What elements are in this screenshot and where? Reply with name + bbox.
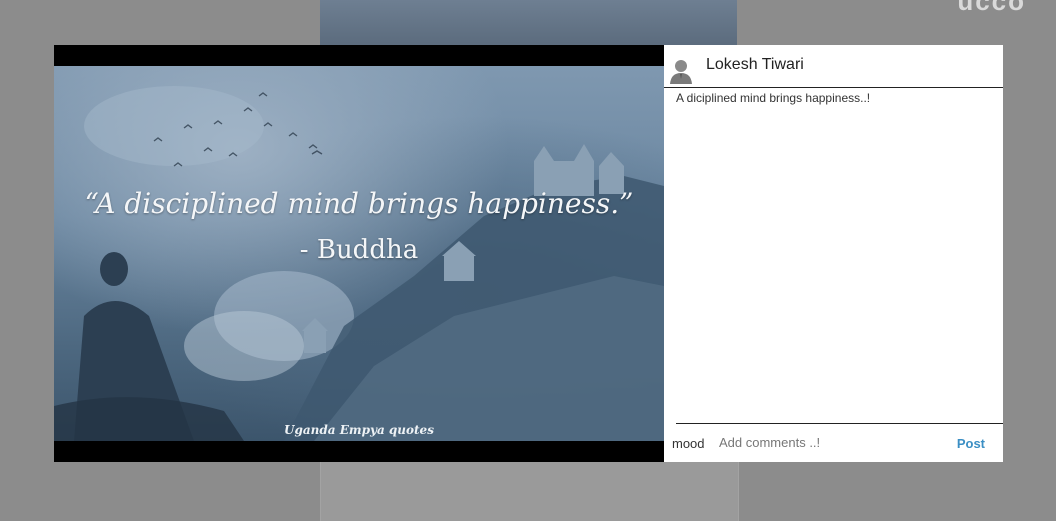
quote-text: “A disciplined mind brings happiness.” (84, 187, 634, 220)
quote-author: - Buddha (299, 235, 419, 265)
post-header: Lokesh Tiwari (664, 45, 1003, 88)
comment-divider (676, 423, 1003, 424)
user-silhouette-icon[interactable] (669, 58, 693, 84)
background-post-card (320, 462, 739, 521)
quote-text-overlay: “A disciplined mind brings happiness.” -… (54, 181, 664, 273)
post-image: “A disciplined mind brings happiness.” -… (54, 66, 664, 441)
post-comment-button[interactable]: Post (957, 436, 985, 451)
watermark-text: Uganda Empya quotes (284, 423, 434, 437)
post-modal: “A disciplined mind brings happiness.” -… (54, 45, 1003, 462)
background-post-image (320, 0, 737, 46)
background-header-text: ucco (957, 0, 1026, 16)
username-link[interactable]: Lokesh Tiwari (706, 56, 804, 74)
comment-input[interactable] (716, 431, 942, 453)
post-caption: A diciplined mind brings happiness..! (676, 91, 871, 105)
post-media: “A disciplined mind brings happiness.” -… (54, 45, 664, 462)
mood-button[interactable]: mood (672, 436, 705, 451)
post-details-panel: Lokesh Tiwari A diciplined mind brings h… (664, 45, 1003, 462)
